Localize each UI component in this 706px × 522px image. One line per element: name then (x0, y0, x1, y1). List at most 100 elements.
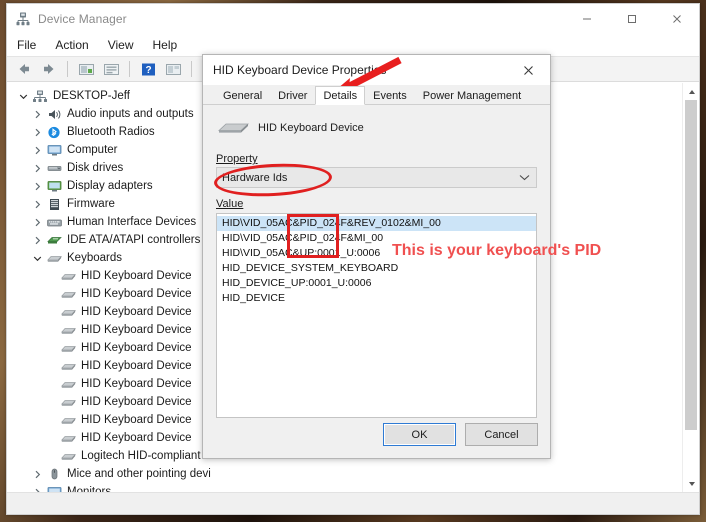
chevron-down-icon[interactable] (15, 87, 31, 105)
tree-item[interactable]: Monitors (7, 483, 699, 492)
value-list-item[interactable]: HID\VID_05AC&PID_024F&MI_00 (217, 231, 536, 246)
minimize-button[interactable] (564, 4, 609, 34)
tree-item-label: HID Keyboard Device (81, 378, 192, 390)
tree-item-label: IDE ATA/ATAPI controllers (67, 234, 201, 246)
chevron-down-icon[interactable] (29, 249, 45, 267)
show-hidden-devices-icon[interactable] (75, 59, 97, 80)
chevron-right-icon[interactable] (29, 483, 45, 492)
scan-hardware-icon[interactable] (162, 59, 184, 80)
property-dropdown[interactable]: Hardware Ids (216, 167, 537, 188)
tab-power-management[interactable]: Power Management (415, 86, 529, 105)
tree-item-label: Human Interface Devices (67, 216, 197, 228)
menu-bar: File Action View Help (7, 34, 699, 56)
tree-item-label: Logitech HID-compliant (81, 450, 201, 462)
keyboard-icon (59, 322, 77, 338)
tree-item-label: HID Keyboard Device (81, 324, 192, 336)
mouse-icon (45, 466, 63, 482)
properties-icon[interactable] (100, 59, 122, 80)
tree-item-label: DESKTOP-Jeff (53, 90, 130, 102)
keyboard-icon (59, 376, 77, 392)
tree-item-label: HID Keyboard Device (81, 342, 192, 354)
value-list-item[interactable]: HID_DEVICE_UP:0001_U:0006 (217, 276, 536, 291)
tree-item-label: Monitors (67, 486, 112, 492)
device-properties-dialog: HID Keyboard Device Properties General Dr… (202, 54, 551, 459)
firmware-icon (45, 196, 63, 212)
chevron-right-icon[interactable] (29, 195, 45, 213)
chevron-right-icon[interactable] (29, 105, 45, 123)
keyboard-icon (59, 412, 77, 428)
tree-item-label: Keyboards (67, 252, 122, 264)
toolbar-separator (129, 61, 130, 77)
dialog-titlebar: HID Keyboard Device Properties (203, 55, 550, 85)
dialog-close-button[interactable] (506, 55, 550, 85)
value-list-item[interactable]: HID\VID_05AC&PID_024F&REV_0102&MI_00 (217, 216, 536, 231)
tree-item-label: HID Keyboard Device (81, 288, 192, 300)
window-controls (564, 4, 699, 34)
chevron-right-icon[interactable] (29, 177, 45, 195)
tree-item-label: HID Keyboard Device (81, 360, 192, 372)
tab-general[interactable]: General (215, 86, 270, 105)
dialog-tabstrip: General Driver Details Events Power Manageme… (203, 85, 550, 105)
chevron-right-icon[interactable] (29, 159, 45, 177)
tree-horizontal-scrollbar[interactable] (7, 492, 699, 514)
tree-item-label: HID Keyboard Device (81, 396, 192, 408)
scrollbar-thumb[interactable] (685, 100, 697, 430)
menu-item-help[interactable]: Help (153, 38, 178, 52)
tree-item-label: HID Keyboard Device (81, 432, 192, 444)
tab-driver[interactable]: Driver (270, 86, 315, 105)
toolbar-separator (67, 61, 68, 77)
scroll-down-icon[interactable] (683, 475, 699, 492)
keyboard-icon (59, 340, 77, 356)
tree-item-label: Mice and other pointing devi (67, 468, 211, 480)
maximize-button[interactable] (609, 4, 654, 34)
keyboard-icon (59, 268, 77, 284)
cancel-button[interactable]: Cancel (465, 423, 538, 446)
value-list-item[interactable]: HID_DEVICE (217, 291, 536, 306)
value-listbox[interactable]: HID\VID_05AC&PID_024F&REV_0102&MI_00 HID\… (216, 213, 537, 418)
tree-item-label: Firmware (67, 198, 115, 210)
tree-item-label: HID Keyboard Device (81, 306, 192, 318)
monitor-icon (45, 142, 63, 158)
property-label: Property (216, 153, 258, 165)
tree-item[interactable]: Mice and other pointing devi (7, 465, 699, 483)
disk-drive-icon (45, 160, 63, 176)
device-header: HID Keyboard Device (216, 113, 537, 143)
scroll-up-icon[interactable] (683, 83, 699, 100)
value-list-item[interactable]: HID\VID_05AC&UP:0001_U:0006 (217, 246, 536, 261)
dialog-body: HID Keyboard Device Property Hardware Id… (204, 105, 549, 418)
chevron-right-icon[interactable] (29, 141, 45, 159)
toolbar-separator (191, 61, 192, 77)
tree-item-label: Audio inputs and outputs (67, 108, 194, 120)
back-icon[interactable] (13, 59, 35, 80)
chevron-right-icon[interactable] (29, 465, 45, 483)
menu-item-action[interactable]: Action (55, 38, 88, 52)
device-manager-icon (15, 11, 31, 27)
menu-item-view[interactable]: View (108, 38, 134, 52)
chevron-right-icon[interactable] (29, 231, 45, 249)
close-button[interactable] (654, 4, 699, 34)
forward-icon[interactable] (38, 59, 60, 80)
menu-item-file[interactable]: File (17, 38, 36, 52)
chevron-right-icon[interactable] (29, 123, 45, 141)
window-titlebar: Device Manager (7, 4, 699, 34)
ok-button[interactable]: OK (383, 423, 456, 446)
tree-item-label: Computer (67, 144, 118, 156)
tree-item-label: Bluetooth Radios (67, 126, 155, 138)
hid-icon (45, 214, 63, 230)
tab-events[interactable]: Events (365, 86, 415, 105)
speaker-icon (45, 106, 63, 122)
dialog-title: HID Keyboard Device Properties (213, 63, 387, 77)
help-icon[interactable]: ? (137, 59, 159, 80)
keyboard-icon (59, 448, 77, 464)
value-list-item[interactable]: HID_DEVICE_SYSTEM_KEYBOARD (217, 261, 536, 276)
tree-vertical-scrollbar[interactable] (682, 83, 699, 492)
tab-details[interactable]: Details (315, 86, 366, 105)
chevron-right-icon[interactable] (29, 213, 45, 231)
